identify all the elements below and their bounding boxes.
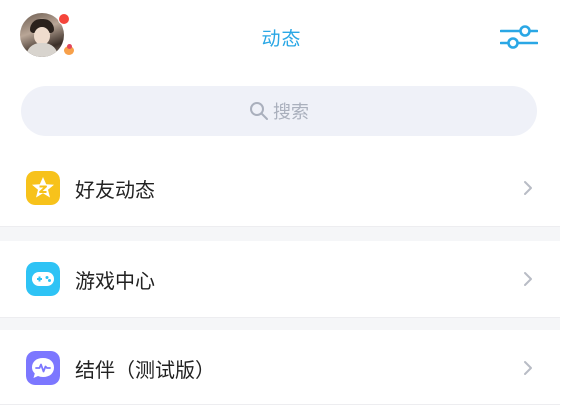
top-bar: 动态 [0, 0, 563, 78]
chevron-right-icon [524, 181, 532, 195]
menu-item-label: 结伴（测试版） [75, 358, 215, 382]
section-divider [0, 226, 560, 241]
chevron-right-icon [524, 272, 532, 286]
gamepad-icon [26, 262, 60, 296]
search-placeholder: 搜索 [273, 102, 309, 123]
menu-item-game-center[interactable]: 游戏中心 [0, 241, 563, 317]
menu-item-friends-feed[interactable]: 好友动态 [0, 150, 563, 226]
menu-item-label: 游戏中心 [75, 269, 155, 293]
chevron-right-icon [524, 361, 532, 375]
page-title: 动态 [261, 28, 302, 50]
search-icon [250, 102, 268, 120]
chat-heartbeat-icon [26, 351, 60, 385]
bottom-divider [0, 404, 560, 405]
menu-item-label: 好友动态 [75, 178, 155, 202]
friends-star-icon [26, 171, 60, 205]
search-bar[interactable]: 搜索 [21, 86, 537, 136]
filter-settings-icon[interactable] [500, 22, 538, 52]
menu-item-companion-beta[interactable]: 结伴（测试版） [0, 330, 563, 406]
